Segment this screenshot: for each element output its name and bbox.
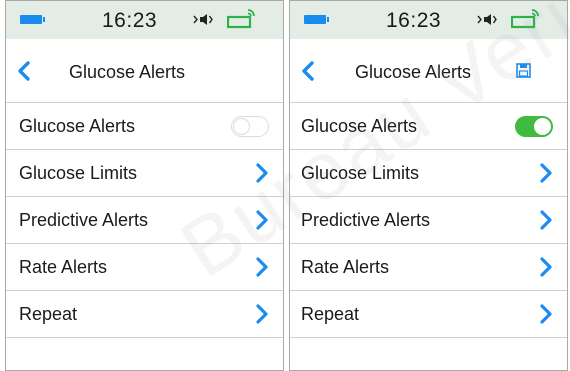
row-label: Glucose Alerts [19,116,136,136]
row-rate-alerts[interactable]: Rate Alerts [6,244,283,291]
status-bar: 16:23 [290,1,567,39]
speaker-icon [193,14,213,25]
device-screen-right: 16:23 Glucose Alerts Glucose Alerts Gluc… [289,0,568,371]
row-label: Rate Alerts [301,257,390,277]
row-glucose-alerts[interactable]: Glucose Alerts [290,103,567,150]
back-chevron-icon[interactable] [16,60,32,82]
page-title: Glucose Alerts [69,62,186,82]
row-label: Glucose Alerts [301,116,418,136]
row-label: Predictive Alerts [301,210,431,230]
battery-icon [304,15,329,24]
signal-icon [227,9,255,29]
row-label: Rate Alerts [19,257,108,277]
row-predictive-alerts[interactable]: Predictive Alerts [290,197,567,244]
row-repeat[interactable]: Repeat [6,291,283,338]
row-glucose-limits[interactable]: Glucose Limits [290,150,567,197]
row-label: Glucose Limits [19,163,138,183]
row-glucose-limits[interactable]: Glucose Limits [6,150,283,197]
save-icon[interactable] [516,63,531,78]
battery-icon [20,15,45,24]
screen-header: Glucose Alerts [290,39,567,103]
glucose-alerts-toggle[interactable] [231,116,269,137]
row-repeat[interactable]: Repeat [290,291,567,338]
chevron-right-icon[interactable] [255,256,269,278]
row-label: Glucose Limits [301,163,420,183]
screen-header: Glucose Alerts [6,39,283,103]
chevron-right-icon[interactable] [539,303,553,325]
chevron-right-icon[interactable] [539,162,553,184]
page-title: Glucose Alerts [355,62,472,82]
chevron-right-icon[interactable] [255,162,269,184]
toggle-knob [233,118,250,135]
row-label: Repeat [19,304,78,324]
row-rate-alerts[interactable]: Rate Alerts [290,244,567,291]
chevron-right-icon[interactable] [539,209,553,231]
speaker-icon [477,14,497,25]
status-time: 16:23 [386,9,442,32]
row-label: Repeat [301,304,360,324]
row-label: Predictive Alerts [19,210,149,230]
signal-icon [511,9,539,29]
toggle-knob [534,118,551,135]
row-predictive-alerts[interactable]: Predictive Alerts [6,197,283,244]
row-glucose-alerts[interactable]: Glucose Alerts [6,103,283,150]
chevron-right-icon[interactable] [255,209,269,231]
status-time: 16:23 [102,9,158,32]
chevron-right-icon[interactable] [539,256,553,278]
chevron-right-icon[interactable] [255,303,269,325]
device-screen-left: 16:23 Glucose Alerts Glucose Alerts Gluc… [5,0,284,371]
glucose-alerts-toggle[interactable] [515,116,553,137]
status-bar: 16:23 [6,1,283,39]
back-chevron-icon[interactable] [300,60,316,82]
